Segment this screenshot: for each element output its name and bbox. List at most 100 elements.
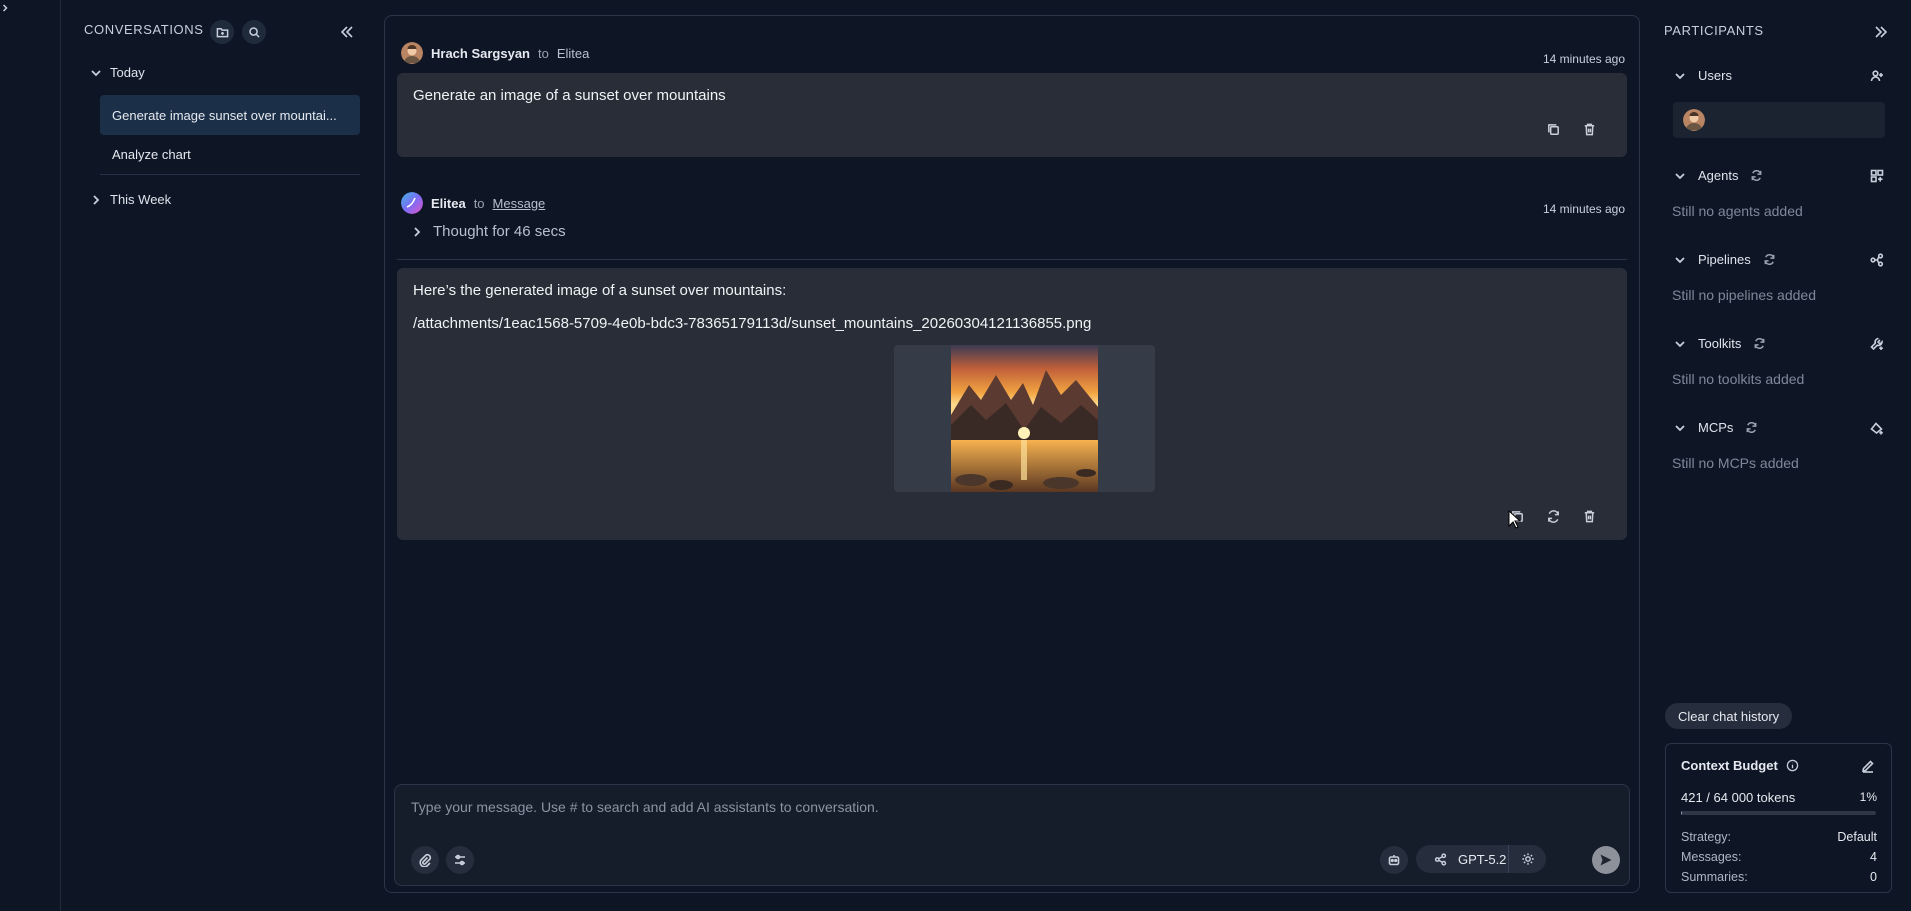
user-avatar[interactable] (1683, 109, 1705, 131)
section-pipelines[interactable]: Pipelines (1674, 252, 1776, 267)
conversation-item[interactable]: Analyze chart (100, 134, 360, 174)
users-list (1673, 102, 1885, 138)
token-count: 421 / 64 000 tokens (1681, 790, 1796, 805)
send-button[interactable] (1592, 846, 1620, 874)
agent-button[interactable] (1380, 846, 1408, 874)
add-pipeline-button[interactable] (1868, 251, 1886, 269)
messages-row: Messages: 4 (1681, 850, 1877, 864)
participants-panel: PARTICIPANTS Users Agents Still no agent… (1656, 0, 1911, 911)
section-users[interactable]: Users (1674, 68, 1732, 83)
paperclip-icon (419, 853, 432, 867)
conversation-item-active[interactable]: Generate image sunset over mountai... (100, 95, 360, 135)
info-icon[interactable] (1786, 759, 1799, 772)
timestamp: 14 minutes ago (1542, 52, 1625, 66)
token-percent: 1% (1859, 790, 1877, 804)
sunset-image[interactable] (951, 345, 1098, 492)
author-name: Hrach Sargsyan (431, 45, 530, 61)
search-conversations-button[interactable] (242, 20, 266, 44)
context-budget-card: Context Budget 421 / 64 000 tokens 1% St… (1665, 743, 1892, 893)
chevron-right-icon (414, 226, 421, 237)
filters-button[interactable] (446, 846, 474, 874)
mcps-empty-text: Still no MCPs added (1672, 455, 1799, 471)
chevron-down-icon (1675, 340, 1685, 347)
conversations-title: CONVERSATIONS (84, 22, 204, 37)
refresh-icon (1764, 254, 1775, 265)
to-label: to (473, 195, 485, 211)
mouse-cursor-icon (1508, 510, 1522, 529)
message-header: Hrach Sargsyan to Elitea (401, 42, 589, 64)
message-input-box[interactable]: Type your message. Use # to search and a… (394, 784, 1630, 886)
refresh-icon (1547, 509, 1559, 523)
author-name: Elitea (431, 195, 466, 211)
robot-icon (1388, 855, 1400, 866)
double-chevron-left-icon (340, 26, 353, 38)
share-icon[interactable] (1426, 845, 1454, 873)
trash-icon (1584, 123, 1594, 135)
mcp-add-icon (1870, 422, 1883, 435)
group-today[interactable]: Today (90, 65, 145, 80)
user-message-bubble: Generate an image of a sunset over mount… (397, 73, 1627, 157)
thought-toggle[interactable]: Thought for 46 secs (411, 223, 566, 240)
folder-plus-icon (216, 27, 228, 37)
refresh-icon (1746, 422, 1757, 433)
section-mcps[interactable]: MCPs (1674, 420, 1758, 435)
model-settings-button[interactable] (1508, 845, 1546, 873)
send-icon (1600, 854, 1612, 866)
conversations-panel: CONVERSATIONS Today Generate image sunse… (62, 0, 368, 911)
sliders-icon (455, 854, 465, 866)
pipeline-add-icon (1870, 253, 1884, 267)
search-icon (248, 26, 260, 38)
divider (100, 174, 360, 175)
copy-button[interactable] (1543, 119, 1563, 139)
collapse-participants-button[interactable] (1871, 22, 1891, 42)
refresh-icon (1754, 338, 1765, 349)
message-input-placeholder[interactable]: Type your message. Use # to search and a… (411, 799, 879, 815)
chevron-down-icon (1675, 424, 1685, 431)
wrench-add-icon (1870, 337, 1883, 351)
refresh-icon (1752, 170, 1762, 181)
attachment-path: /attachments/1eac1568-5709-4e0b-bdc3-783… (413, 315, 1092, 332)
target-name: Elitea (556, 45, 590, 61)
chevron-down-icon (1675, 172, 1685, 179)
apps-add-icon (1870, 169, 1884, 183)
model-selector[interactable]: GPT-5.2 (1416, 845, 1546, 873)
message-text: Generate an image of a sunset over mount… (413, 87, 726, 104)
expand-sidebar-button[interactable] (0, 0, 61, 911)
chat-area: Hrach Sargsyan to Elitea 14 minutes ago … (384, 15, 1640, 893)
summaries-row: Summaries: 0 (1681, 870, 1877, 884)
participants-title: PARTICIPANTS (1664, 23, 1764, 38)
delete-button[interactable] (1579, 119, 1599, 139)
chevron-right-icon (93, 194, 100, 205)
context-budget-title: Context Budget (1681, 758, 1799, 773)
edit-budget-button[interactable] (1859, 757, 1877, 775)
divider (397, 259, 1627, 260)
user-avatar (401, 42, 423, 64)
gear-icon (1521, 853, 1534, 865)
image-preview[interactable] (894, 345, 1155, 492)
model-name[interactable]: GPT-5.2 (1458, 852, 1506, 867)
attach-button[interactable] (411, 846, 439, 874)
add-mcp-button[interactable] (1868, 419, 1886, 437)
delete-button[interactable] (1579, 506, 1599, 526)
add-toolkit-button[interactable] (1868, 335, 1886, 353)
clear-chat-history-button[interactable]: Clear chat history (1665, 703, 1793, 729)
section-agents[interactable]: Agents (1674, 168, 1763, 183)
double-chevron-right-icon (1875, 26, 1888, 38)
section-toolkits[interactable]: Toolkits (1674, 336, 1766, 351)
toolkits-empty-text: Still no toolkits added (1672, 371, 1805, 387)
new-folder-button[interactable] (210, 20, 234, 44)
pipelines-empty-text: Still no pipelines added (1672, 287, 1816, 303)
message-link[interactable]: Message (493, 196, 546, 211)
chevron-down-icon (1675, 256, 1685, 263)
agents-empty-text: Still no agents added (1672, 203, 1803, 219)
edit-icon (1861, 760, 1874, 773)
group-this-week[interactable]: This Week (90, 192, 171, 207)
copy-icon (1547, 123, 1559, 135)
collapse-panel-button[interactable] (337, 22, 357, 42)
add-agent-button[interactable] (1868, 167, 1886, 185)
regenerate-button[interactable] (1543, 506, 1563, 526)
strategy-value: Default (1837, 830, 1877, 844)
add-user-button[interactable] (1868, 67, 1886, 85)
budget-progress-bar (1681, 811, 1876, 815)
trash-icon (1584, 510, 1594, 522)
